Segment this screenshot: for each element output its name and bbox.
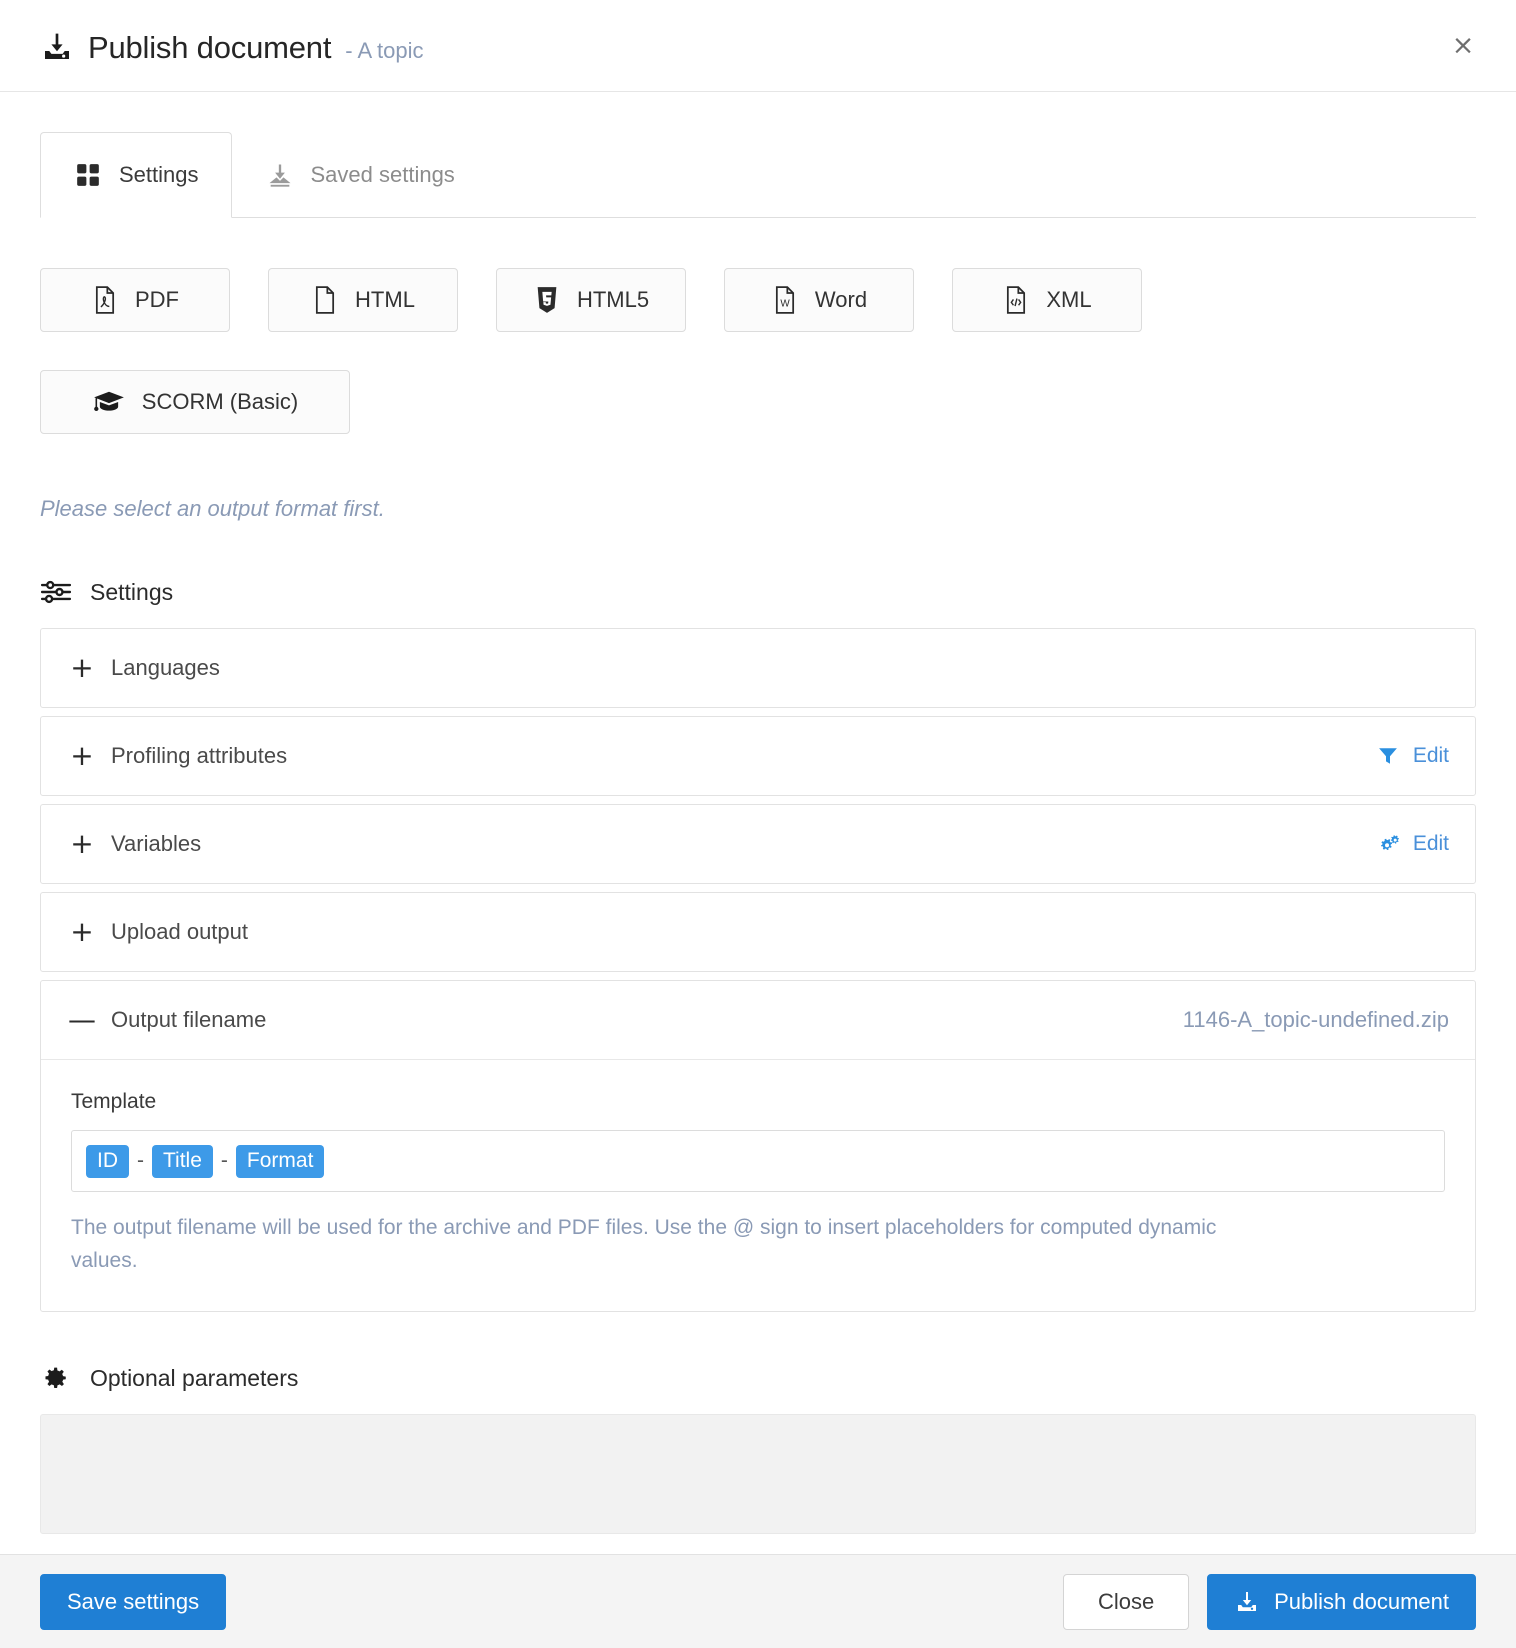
dialog-footer: Save settings Close Publish document xyxy=(0,1554,1516,1648)
save-settings-button[interactable]: Save settings xyxy=(40,1573,227,1630)
dialog-title-group: Publish document - A topic xyxy=(40,25,1446,66)
format-button-scorm-label: SCORM (Basic) xyxy=(141,389,299,414)
dialog-header: Publish document - A topic × xyxy=(0,0,1516,92)
template-token-id[interactable]: ID xyxy=(86,1144,129,1178)
graduation-cap-icon xyxy=(92,387,126,417)
format-button-html-label: HTML xyxy=(355,287,415,312)
publish-download-icon xyxy=(40,30,74,64)
template-separator: - xyxy=(137,1149,144,1172)
accordion-item-languages: + Languages xyxy=(40,628,1476,708)
publish-download-icon xyxy=(1234,1589,1260,1615)
tab-bar: Settings Saved settings xyxy=(40,132,1476,218)
accordion-item-output-filename: — Output filename 1146-A_topic-undefined… xyxy=(40,980,1476,1313)
tab-settings-label: Settings xyxy=(119,162,199,187)
format-button-word[interactable]: W Word xyxy=(724,268,914,332)
publish-document-button[interactable]: Publish document xyxy=(1207,1573,1476,1630)
plus-icon: + xyxy=(70,915,94,948)
html5-shield-icon xyxy=(533,285,561,315)
output-format-buttons: PDF HTML HTML5 W Word XML SCORM (Basic) xyxy=(40,268,1200,434)
accordion-label-output-filename: Output filename xyxy=(111,1007,267,1032)
format-button-word-label: Word xyxy=(814,287,868,312)
close-button-label: Close xyxy=(1097,1588,1155,1614)
format-button-html5-label: HTML5 xyxy=(576,287,650,312)
accordion-header-profiling-attributes[interactable]: + Profiling attributes Edit xyxy=(41,717,1475,795)
optional-parameters-title: Optional parameters xyxy=(90,1364,299,1391)
optional-parameters-header: Optional parameters xyxy=(40,1364,1476,1392)
format-button-html[interactable]: HTML xyxy=(268,268,458,332)
template-input[interactable]: ID - Title - Format xyxy=(71,1130,1445,1192)
download-tray-icon xyxy=(265,160,295,190)
format-button-scorm[interactable]: SCORM (Basic) xyxy=(40,370,350,434)
tab-saved-settings[interactable]: Saved settings xyxy=(232,132,488,218)
accordion-item-upload-output: + Upload output xyxy=(40,892,1476,972)
dialog-subtitle: - A topic xyxy=(345,38,424,63)
accordion-label-upload-output: Upload output xyxy=(111,919,248,944)
format-button-xml[interactable]: XML xyxy=(952,268,1142,332)
template-label: Template xyxy=(71,1090,157,1113)
accordion-header-upload-output[interactable]: + Upload output xyxy=(41,893,1475,971)
format-button-pdf[interactable]: PDF xyxy=(40,268,230,332)
edit-variables-label: Edit xyxy=(1412,832,1449,855)
edit-profiling-attributes-label: Edit xyxy=(1412,744,1449,767)
svg-text:W: W xyxy=(780,298,790,309)
optional-parameters-panel[interactable] xyxy=(40,1414,1476,1535)
settings-section-title: Settings xyxy=(90,578,174,605)
sliders-icon xyxy=(40,578,72,606)
format-notice: Please select an output format first. xyxy=(40,496,385,521)
close-button[interactable]: Close xyxy=(1063,1573,1190,1630)
template-separator: - xyxy=(220,1149,228,1172)
settings-section-header: Settings xyxy=(40,578,1476,606)
gear-icon xyxy=(40,1364,72,1392)
tab-saved-settings-label: Saved settings xyxy=(310,162,455,187)
accordion-item-profiling-attributes: + Profiling attributes Edit xyxy=(40,716,1476,796)
edit-profiling-attributes-button[interactable]: Edit xyxy=(1375,743,1449,769)
edit-variables-button[interactable]: Edit xyxy=(1375,831,1449,857)
format-button-xml-label: XML xyxy=(1046,287,1092,312)
settings-accordion: + Languages + Profiling attributes Edit xyxy=(40,628,1476,1313)
plus-icon: + xyxy=(70,827,94,860)
accordion-header-output-filename[interactable]: — Output filename 1146-A_topic-undefined… xyxy=(41,981,1475,1059)
accordion-header-languages[interactable]: + Languages xyxy=(41,629,1475,707)
close-icon[interactable]: × xyxy=(1446,29,1480,63)
accordion-item-variables: + Variables Edit xyxy=(40,804,1476,884)
save-settings-label: Save settings xyxy=(67,1588,200,1614)
publish-document-label: Publish document xyxy=(1274,1588,1449,1614)
accordion-label-variables: Variables xyxy=(111,831,202,856)
file-code-icon xyxy=(1002,285,1030,315)
template-token-format[interactable]: Format xyxy=(235,1144,325,1178)
accordion-label-languages: Languages xyxy=(111,655,220,680)
template-token-title[interactable]: Title xyxy=(152,1144,213,1178)
filter-funnel-icon xyxy=(1375,743,1401,769)
cogs-icon xyxy=(1375,831,1401,857)
file-pdf-icon xyxy=(91,285,119,315)
output-filename-value: 1146-A_topic-undefined.zip xyxy=(1182,1007,1449,1032)
plus-icon: + xyxy=(70,651,94,684)
accordion-header-variables[interactable]: + Variables Edit xyxy=(41,805,1475,883)
tab-settings[interactable]: Settings xyxy=(40,132,232,218)
file-blank-icon xyxy=(311,285,339,315)
format-button-pdf-label: PDF xyxy=(135,287,179,312)
accordion-label-profiling-attributes: Profiling attributes xyxy=(111,743,288,768)
publish-document-dialog: Publish document - A topic × Settings Sa… xyxy=(0,0,1516,1648)
minus-icon: — xyxy=(68,1003,96,1036)
dialog-title: Publish document xyxy=(88,30,332,65)
dialog-body: Settings Saved settings PDF HTML HTML5 W… xyxy=(0,92,1516,1554)
output-filename-panel: Template ID - Title - Format The output … xyxy=(41,1059,1475,1311)
plus-icon: + xyxy=(70,739,94,772)
file-word-icon: W xyxy=(771,285,799,315)
format-button-html5[interactable]: HTML5 xyxy=(496,268,686,332)
grid-squares-icon xyxy=(73,160,103,190)
template-help-text: The output filename will be used for the… xyxy=(71,1216,1217,1272)
